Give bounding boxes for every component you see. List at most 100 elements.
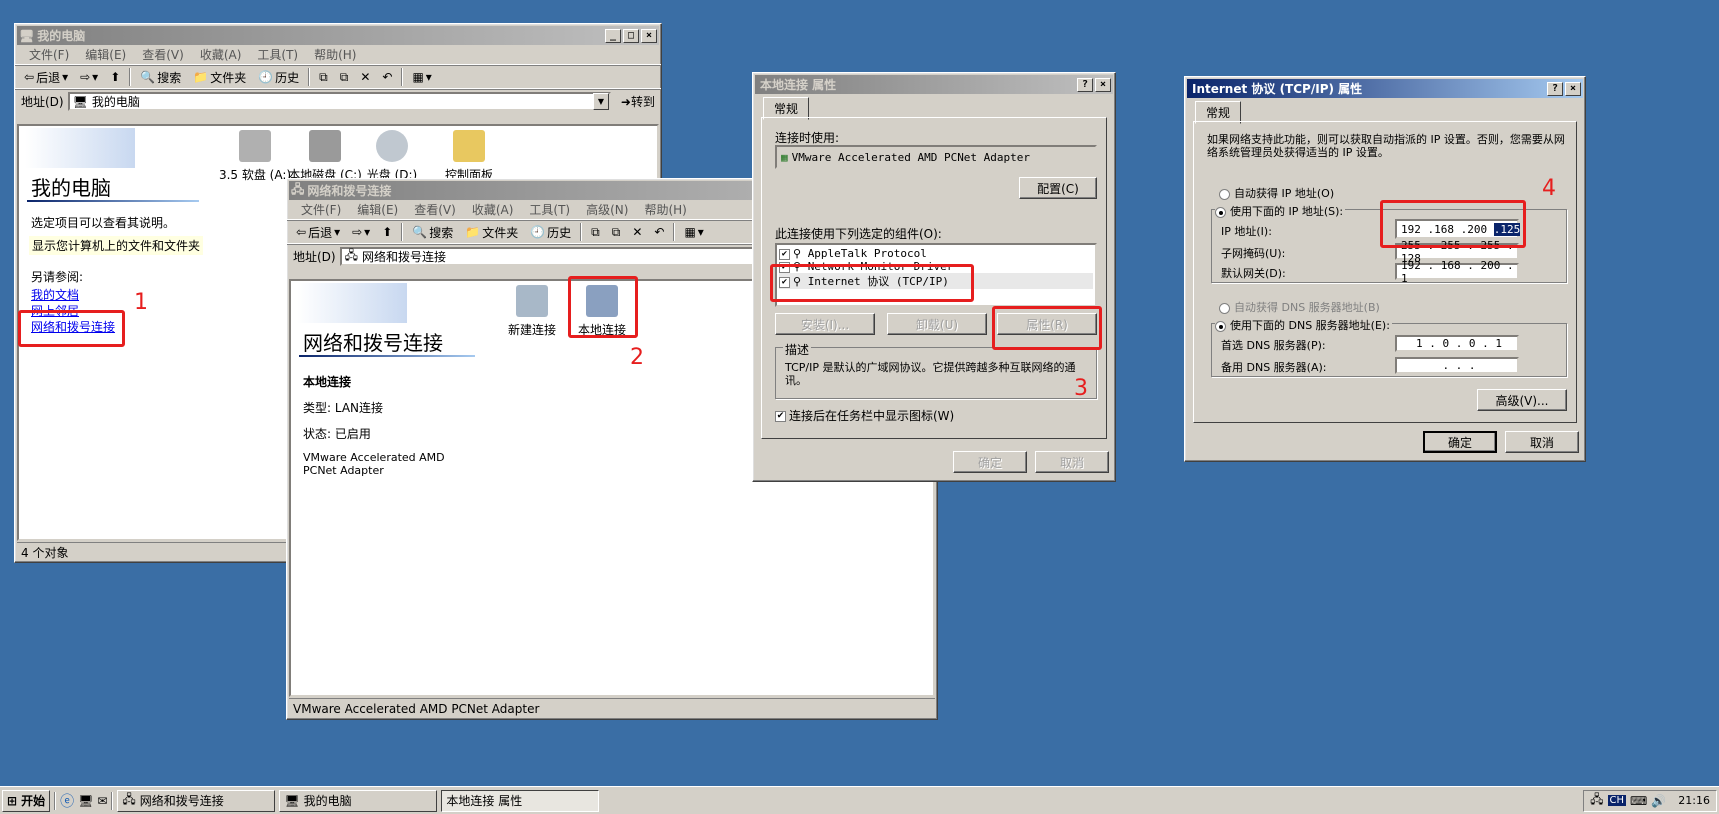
item-label: 新建连接 <box>507 323 556 337</box>
connect-using-label: 连接时使用: <box>775 131 840 145</box>
menu-view[interactable]: 查看(V) <box>406 201 464 218</box>
undo-button[interactable]: ↶ <box>651 225 667 239</box>
ok-button[interactable]: 确定 <box>1423 431 1497 453</box>
components-label: 此连接使用下列选定的组件(O): <box>775 227 942 241</box>
move-to-button[interactable]: ⧉ <box>316 70 331 85</box>
views-grid-icon: ▦ <box>684 225 696 239</box>
menu-favorites[interactable]: 收藏(A) <box>192 46 250 63</box>
desktop-icon[interactable]: 🖥 <box>78 794 93 808</box>
dialog-titlebar[interactable]: 本地连接 属性 ? × <box>755 75 1113 94</box>
configure-button[interactable]: 配置(C) <box>1019 177 1097 199</box>
hard-disk-icon <box>309 130 341 162</box>
taskbar-item-network[interactable]: 🖧 网络和拨号连接 <box>117 789 276 812</box>
radio[interactable] <box>1219 302 1230 314</box>
menu-tools[interactable]: 工具(T) <box>249 46 306 63</box>
advanced-button[interactable]: 高级(V)... <box>1477 389 1567 411</box>
close-button[interactable]: × <box>641 28 657 43</box>
clock[interactable]: 21:16 <box>1678 794 1710 807</box>
radio[interactable] <box>1215 206 1226 218</box>
ie-icon[interactable]: ⓔ <box>60 791 74 811</box>
radio[interactable] <box>1219 188 1230 200</box>
menu-favorites[interactable]: 收藏(A) <box>464 201 522 218</box>
search-button[interactable]: 🔍 搜索 <box>137 69 184 86</box>
undo-button[interactable]: ↶ <box>379 70 395 84</box>
help-button[interactable]: ? <box>1547 81 1563 96</box>
menu-view[interactable]: 查看(V) <box>134 46 192 63</box>
copy-to-button[interactable]: ⧉ <box>609 225 624 240</box>
cancel-button[interactable]: 取消 <box>1505 431 1579 453</box>
go-button[interactable]: ➜ 转到 <box>615 93 661 110</box>
delete-button[interactable]: ✕ <box>629 225 645 239</box>
checkbox[interactable]: ✔ <box>779 248 790 260</box>
checkbox[interactable]: ✔ <box>775 411 786 422</box>
up-button[interactable]: ⬆ <box>379 225 395 239</box>
uninstall-button[interactable]: 卸载(U) <box>887 313 987 335</box>
delete-button[interactable]: ✕ <box>357 70 373 84</box>
folder-icon: 📁 <box>193 70 209 84</box>
history-button[interactable]: 🕘 历史 <box>527 224 574 241</box>
new-connection-item[interactable]: 新建连接 <box>497 285 567 338</box>
forward-button[interactable]: ⇨ ▾ <box>349 225 373 239</box>
auto-dns-option[interactable]: 自动获得 DNS 服务器地址(B) <box>1219 299 1380 315</box>
menu-help[interactable]: 帮助(H) <box>636 201 694 218</box>
use-dns-option[interactable]: 使用下面的 DNS 服务器地址(E): <box>1215 317 1392 333</box>
address-dropdown-button[interactable]: ▼ <box>592 93 609 110</box>
help-button[interactable]: ? <box>1077 77 1093 92</box>
back-button[interactable]: ⇦ 后退 ▾ <box>21 69 71 86</box>
address-input[interactable]: 🖥 我的电脑 ▼ <box>67 92 611 111</box>
alternate-dns-input[interactable]: . . . <box>1395 357 1519 374</box>
preferred-dns-input[interactable]: 1 . 0 . 0 . 1 <box>1395 335 1519 352</box>
taskbar-item-local-props[interactable]: 本地连接 属性 <box>441 789 600 812</box>
move-to-button[interactable]: ⧉ <box>588 225 603 240</box>
my-computer-titlebar[interactable]: 🖥 我的电脑 _ □ × <box>17 26 659 45</box>
use-ip-option[interactable]: 使用下面的 IP 地址(S): <box>1215 203 1346 219</box>
start-button[interactable]: ⊞ 开始 <box>2 789 51 812</box>
folders-button[interactable]: 📁 文件夹 <box>190 69 249 86</box>
network-tray-icon[interactable]: 🖧 <box>1590 790 1603 811</box>
dialog-titlebar[interactable]: Internet 协议 (TCP/IP) 属性 ? × <box>1187 79 1583 98</box>
back-button[interactable]: ⇦ 后退 ▾ <box>293 224 343 241</box>
cancel-button[interactable]: 取消 <box>1035 451 1109 473</box>
ime-icon[interactable]: ⌨ <box>1630 794 1647 808</box>
control-panel-item[interactable]: 控制面板 <box>429 130 509 183</box>
link-my-documents[interactable]: 我的文档 <box>31 286 79 303</box>
install-button[interactable]: 安装(I)... <box>775 313 875 335</box>
history-icon: 🕘 <box>530 225 546 239</box>
outlook-icon[interactable]: ✉ <box>97 794 107 808</box>
up-button[interactable]: ⬆ <box>107 70 123 84</box>
copy-to-button[interactable]: ⧉ <box>337 70 352 85</box>
forward-button[interactable]: ⇨ ▾ <box>77 70 101 84</box>
maximize-button[interactable]: □ <box>623 28 639 43</box>
dialog-title: 本地连接 属性 <box>760 78 837 92</box>
search-button[interactable]: 🔍 搜索 <box>409 224 456 241</box>
address-value: 我的电脑 <box>91 95 140 109</box>
language-indicator[interactable]: CH <box>1607 795 1627 806</box>
radio[interactable] <box>1215 320 1226 332</box>
close-button[interactable]: × <box>1095 77 1111 92</box>
show-icon-option[interactable]: ✔ 连接后在任务栏中显示图标(W) <box>775 407 954 424</box>
volume-icon[interactable]: 🔊 <box>1651 794 1666 808</box>
menu-edit[interactable]: 编辑(E) <box>349 201 406 218</box>
taskbar-item-mycomputer[interactable]: 🖥 我的电脑 <box>279 789 438 812</box>
cdrom-item[interactable]: 光盘 (D:) <box>357 130 427 183</box>
local-disk-item[interactable]: 本地磁盘 (C:) <box>285 130 365 183</box>
auto-ip-option[interactable]: 自动获得 IP 地址(O) <box>1219 185 1334 201</box>
page-title: 网络和拨号连接 <box>303 331 443 355</box>
gateway-input[interactable]: 192 . 168 . 200 . 1 <box>1395 259 1519 285</box>
list-item[interactable]: ✔ ⚲ AppleTalk Protocol <box>779 247 1093 260</box>
minimize-button[interactable]: _ <box>605 28 621 43</box>
views-button[interactable]: ▦ ▾ <box>681 225 706 239</box>
menu-file[interactable]: 文件(F) <box>21 46 77 63</box>
folders-button[interactable]: 📁 文件夹 <box>462 224 521 241</box>
menu-advanced[interactable]: 高级(N) <box>578 201 636 218</box>
close-button[interactable]: × <box>1565 81 1581 96</box>
menu-tools[interactable]: 工具(T) <box>521 201 578 218</box>
views-button[interactable]: ▦ ▾ <box>409 70 434 84</box>
menu-help[interactable]: 帮助(H) <box>306 46 364 63</box>
floppy-drive-item[interactable]: 3.5 软盘 (A:) <box>215 130 295 183</box>
menu-edit[interactable]: 编辑(E) <box>77 46 134 63</box>
status-bar: VMware Accelerated AMD PCNet Adapter <box>289 698 935 718</box>
ok-button[interactable]: 确定 <box>953 451 1027 473</box>
menu-file[interactable]: 文件(F) <box>293 201 349 218</box>
history-button[interactable]: 🕘 历史 <box>255 69 302 86</box>
